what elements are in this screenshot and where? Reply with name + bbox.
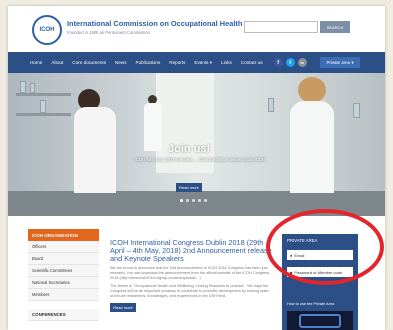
- social-links: f t in: [273, 58, 307, 67]
- scientist-coat: [74, 107, 116, 193]
- nav-home[interactable]: Home: [30, 60, 42, 65]
- nav-publications[interactable]: Publications: [136, 60, 161, 65]
- private-area-video-thumbnail[interactable]: [287, 311, 353, 330]
- sidebar-item-scientific-committees[interactable]: Scientific Committees: [28, 265, 99, 277]
- scientist-coat: [290, 101, 334, 193]
- lab-bottle: [40, 100, 46, 113]
- article-read-more-button[interactable]: Read more: [110, 303, 136, 312]
- slider-dots: [180, 199, 207, 202]
- lab-bottle: [268, 98, 274, 112]
- slider-dot[interactable]: [192, 199, 195, 202]
- sidebar-item-officers[interactable]: Officers: [28, 241, 99, 253]
- hero-text: ICOH has over 2000 members ... Click the…: [134, 157, 266, 162]
- private-area-menu-button[interactable]: Private area ▾: [320, 57, 360, 68]
- article-body-2: The theme is "Occupational Health and We…: [110, 284, 270, 298]
- hero-read-more-button[interactable]: Read more: [176, 183, 202, 192]
- browser-page: ICOH International Commission on Occupat…: [8, 6, 385, 330]
- linkedin-icon[interactable]: in: [297, 58, 307, 67]
- organization-sidebar: ICOH ORGANIZATION Officers Board Scienti…: [28, 229, 99, 321]
- sidebar-item-members[interactable]: Members: [28, 289, 99, 301]
- slider-dot[interactable]: [204, 199, 207, 202]
- lab-bottle: [30, 83, 35, 93]
- twitter-icon[interactable]: t: [285, 58, 295, 67]
- icoh-logo[interactable]: ICOH: [32, 15, 62, 45]
- nav-menu: Home About Core documents News Publicati…: [30, 52, 307, 73]
- red-circle-annotation: [266, 209, 384, 285]
- search-input[interactable]: [244, 21, 318, 33]
- scientist-hair: [298, 77, 326, 103]
- slider-dot[interactable]: [198, 199, 201, 202]
- sidebar-item-board[interactable]: Board: [28, 253, 99, 265]
- scientist-coat: [144, 103, 162, 151]
- private-area-help-link[interactable]: How to use the Private Area: [287, 302, 334, 306]
- sidebar-item-national-secretaries[interactable]: National Secretaries: [28, 277, 99, 289]
- hero-slider: Join us! ICOH has over 2000 members ... …: [8, 73, 385, 216]
- main-nav: Home About Core documents News Publicati…: [8, 52, 385, 73]
- nav-about[interactable]: About: [51, 60, 63, 65]
- video-frame-graphic: [299, 314, 341, 328]
- lab-shelf: [16, 93, 71, 96]
- article-body: We are proud to announce that the 2nd An…: [110, 266, 270, 280]
- site-header: ICOH International Commission on Occupat…: [8, 6, 385, 52]
- slider-dot[interactable]: [186, 199, 189, 202]
- nav-core-documents[interactable]: Core documents: [72, 60, 106, 65]
- nav-links[interactable]: Links: [221, 60, 232, 65]
- lab-bottle: [353, 103, 360, 118]
- hero-title: Join us!: [168, 143, 211, 155]
- nav-contact-us[interactable]: Contact us: [241, 60, 263, 65]
- article-title[interactable]: ICOH International Congress Dublin 2018 …: [110, 239, 272, 263]
- facebook-icon[interactable]: f: [273, 58, 283, 67]
- nav-reports[interactable]: Reports: [169, 60, 185, 65]
- news-article: ICOH International Congress Dublin 2018 …: [110, 239, 272, 312]
- nav-news[interactable]: News: [115, 60, 127, 65]
- slider-dot[interactable]: [180, 199, 183, 202]
- site-title[interactable]: International Commission on Occupational…: [67, 19, 257, 28]
- sidebar-heading-conferences: CONFERENCES: [28, 309, 99, 321]
- site-subtitle: Founded in 1906 as Permanent Commission: [67, 30, 150, 35]
- search-button[interactable]: SEARCH: [320, 21, 350, 33]
- lab-bottle: [20, 81, 26, 93]
- sidebar-heading: ICOH ORGANIZATION: [28, 229, 99, 241]
- nav-events[interactable]: Events ▾: [194, 60, 212, 66]
- lab-shelf: [16, 113, 71, 116]
